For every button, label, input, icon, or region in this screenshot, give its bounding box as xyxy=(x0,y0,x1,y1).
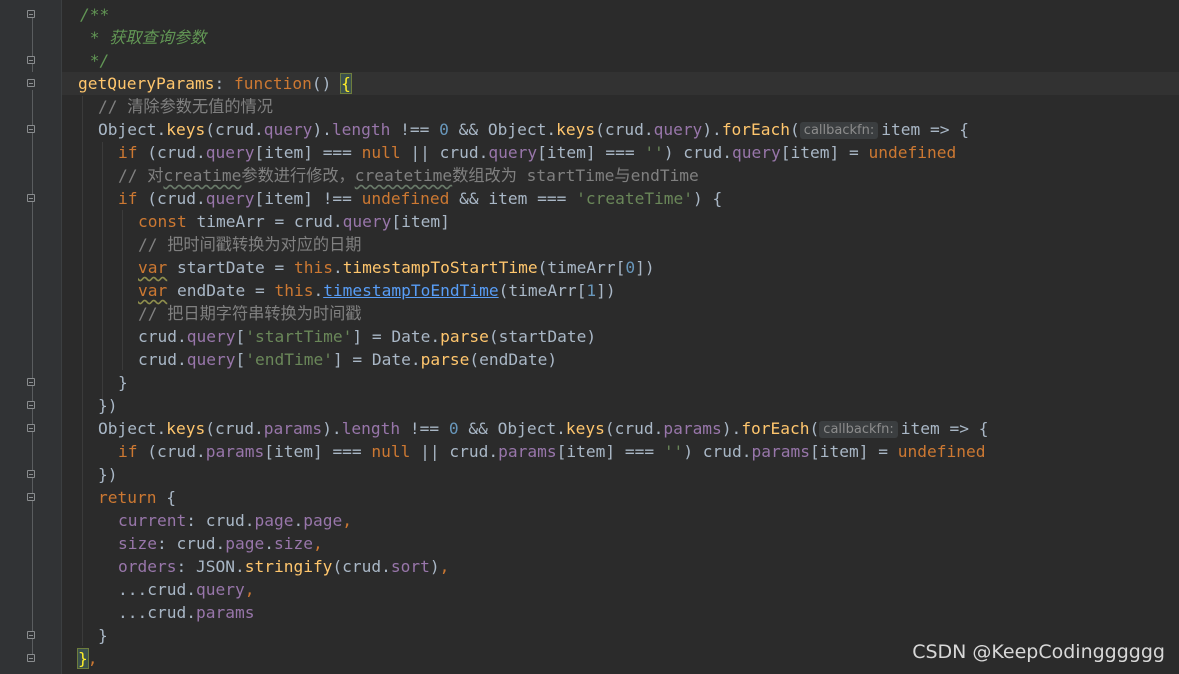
fold-icon[interactable] xyxy=(27,424,35,432)
code-line-20[interactable]: if (crud.params[item] === null || crud.p… xyxy=(118,440,985,463)
code-line-2[interactable]: * 获取查询参数 xyxy=(80,26,207,49)
fold-icon[interactable] xyxy=(27,56,35,64)
fold-icon[interactable] xyxy=(27,631,35,639)
indent-guide xyxy=(102,142,103,412)
code-line-1[interactable]: /** xyxy=(80,3,109,26)
code-line-5[interactable]: // 清除参数无值的情况 xyxy=(98,95,273,118)
fold-icon[interactable] xyxy=(27,10,35,18)
code-line-23[interactable]: current: crud.page.page, xyxy=(118,509,352,532)
method-link[interactable]: timestampToEndTime xyxy=(323,281,498,300)
matched-brace: } xyxy=(77,648,89,669)
indent-guide xyxy=(122,210,123,370)
code-line-4[interactable]: getQueryParams: function() { xyxy=(78,72,352,95)
code-line-19[interactable]: Object.keys(crud.params).length !== 0 &&… xyxy=(98,417,988,440)
code-line-28[interactable]: } xyxy=(98,624,108,647)
code-line-16[interactable]: crud.query['endTime'] = Date.parse(endDa… xyxy=(138,348,557,371)
fold-icon[interactable] xyxy=(27,378,35,386)
code-line-21[interactable]: }) xyxy=(98,463,118,486)
code-line-9[interactable]: if (crud.query[item] !== undefined && it… xyxy=(118,187,722,210)
fold-icon[interactable] xyxy=(27,654,35,662)
matched-brace: { xyxy=(340,73,352,94)
indent-guide xyxy=(82,96,83,646)
fold-icon[interactable] xyxy=(27,125,35,133)
fold-guide xyxy=(32,90,33,660)
code-line-18[interactable]: }) xyxy=(98,394,118,417)
code-line-22[interactable]: return { xyxy=(98,486,176,509)
code-line-3[interactable]: */ xyxy=(80,49,110,72)
code-line-17[interactable]: } xyxy=(118,371,128,394)
code-line-8[interactable]: // 对creatime参数进行修改，createtime数组改为 startT… xyxy=(118,164,699,187)
parameter-hint: callbackfn: xyxy=(799,122,879,139)
watermark: CSDN @KeepCodingggggg xyxy=(912,641,1165,663)
parameter-hint: callbackfn: xyxy=(819,421,898,438)
code-line-6[interactable]: Object.keys(crud.query).length !== 0 && … xyxy=(98,118,969,141)
code-line-13[interactable]: var endDate = this.timestampToEndTime(ti… xyxy=(138,279,616,302)
fold-icon[interactable] xyxy=(27,401,35,409)
code-line-7[interactable]: if (crud.query[item] === null || crud.qu… xyxy=(118,141,956,164)
code-line-25[interactable]: orders: JSON.stringify(crud.sort), xyxy=(118,555,449,578)
code-line-26[interactable]: ...crud.query, xyxy=(118,578,254,601)
fold-icon[interactable] xyxy=(27,493,35,501)
fold-icon[interactable] xyxy=(27,194,35,202)
gutter-separator xyxy=(61,0,62,674)
code-line-10[interactable]: const timeArr = crud.query[item] xyxy=(138,210,450,233)
fold-icon[interactable] xyxy=(27,470,35,478)
code-line-27[interactable]: ...crud.params xyxy=(118,601,254,624)
code-line-11[interactable]: // 把时间戳转换为对应的日期 xyxy=(138,233,362,256)
code-line-24[interactable]: size: crud.page.size, xyxy=(118,532,323,555)
editor-gutter xyxy=(0,0,62,674)
fold-icon[interactable] xyxy=(27,79,35,87)
code-line-15[interactable]: crud.query['startTime'] = Date.parse(sta… xyxy=(138,325,596,348)
code-line-12[interactable]: var startDate = this.timestampToStartTim… xyxy=(138,256,655,279)
code-line-29[interactable]: }, xyxy=(77,647,98,670)
code-line-14[interactable]: // 把日期字符串转换为时间戳 xyxy=(138,302,362,325)
